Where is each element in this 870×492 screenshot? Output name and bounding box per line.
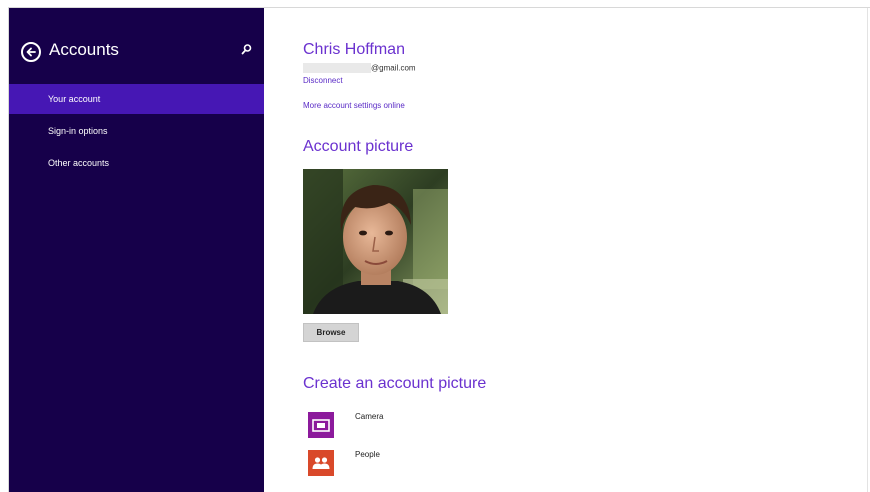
account-email: @gmail.com — [303, 63, 416, 75]
disconnect-link[interactable]: Disconnect — [303, 76, 343, 85]
email-suffix: @gmail.com — [371, 63, 416, 73]
window-edge — [867, 8, 868, 492]
camera-label: Camera — [355, 412, 384, 421]
sidebar-item-sign-in-options[interactable]: Sign-in options — [9, 116, 264, 146]
sidebar-item-your-account[interactable]: Your account — [9, 84, 264, 114]
more-settings-link[interactable]: More account settings online — [303, 101, 405, 110]
sidebar-title: Accounts — [49, 40, 119, 59]
account-picture — [303, 169, 448, 314]
camera-icon — [308, 412, 334, 438]
search-icon[interactable] — [238, 42, 254, 58]
sidebar-nav: Your account Sign-in options Other accou… — [9, 84, 264, 180]
account-picture-heading: Account picture — [303, 138, 414, 155]
email-redaction — [303, 63, 371, 73]
people-icon — [308, 450, 334, 476]
main-content: Chris Hoffman @gmail.com Disconnect More… — [303, 8, 870, 492]
sidebar: Accounts Your account Sign-in options Ot… — [9, 8, 264, 492]
account-name: Chris Hoffman — [303, 41, 405, 58]
back-arrow-icon[interactable] — [21, 42, 41, 62]
browse-button[interactable]: Browse — [303, 323, 359, 342]
sidebar-item-other-accounts[interactable]: Other accounts — [9, 148, 264, 178]
create-picture-heading: Create an account picture — [303, 375, 487, 392]
settings-window: Accounts Your account Sign-in options Ot… — [8, 7, 870, 492]
people-label: People — [355, 450, 380, 459]
